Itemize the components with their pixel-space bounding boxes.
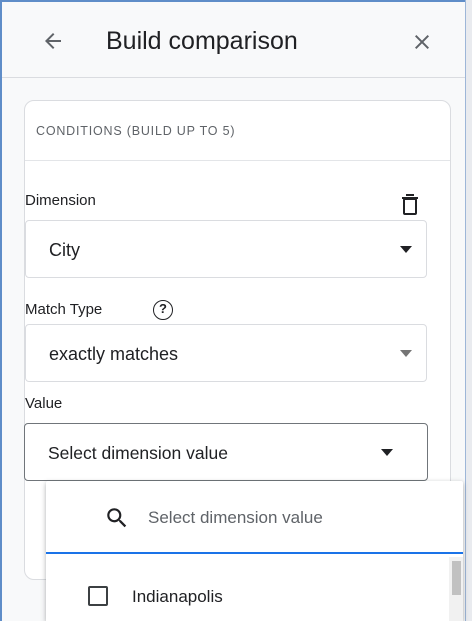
match-type-select[interactable]: exactly matches xyxy=(25,324,427,382)
panel-header: Build comparison xyxy=(2,2,465,78)
panel-top-border xyxy=(0,0,466,2)
dimension-label: Dimension xyxy=(25,192,96,209)
close-button[interactable] xyxy=(404,24,440,60)
value-label: Value xyxy=(25,395,63,412)
match-type-value: exactly matches xyxy=(49,344,179,364)
chevron-down-icon xyxy=(381,449,393,456)
dimension-value: City xyxy=(49,240,80,260)
checkbox[interactable] xyxy=(88,586,108,606)
value-dropdown: Indianapolis xyxy=(46,481,463,621)
value-select[interactable]: Select dimension value xyxy=(24,423,428,481)
chevron-down-icon xyxy=(400,246,412,253)
delete-condition-button[interactable] xyxy=(397,192,423,218)
dropdown-scrollbar[interactable] xyxy=(449,557,463,621)
chevron-down-icon xyxy=(400,350,412,357)
help-icon[interactable]: ? xyxy=(153,300,173,320)
conditions-heading: CONDITIONS (BUILD UP TO 5) xyxy=(36,124,236,138)
list-item[interactable]: Indianapolis xyxy=(46,576,436,616)
search-icon xyxy=(107,508,127,528)
dropdown-search xyxy=(46,481,463,554)
scrollbar-thumb[interactable] xyxy=(452,561,461,595)
back-button[interactable] xyxy=(36,24,70,58)
dropdown-search-input[interactable] xyxy=(148,503,428,533)
option-label: Indianapolis xyxy=(132,587,223,606)
dimension-select[interactable]: City xyxy=(25,220,427,278)
panel-title: Build comparison xyxy=(106,27,298,55)
conditions-header: CONDITIONS (BUILD UP TO 5) xyxy=(25,101,450,161)
close-icon xyxy=(415,35,429,49)
match-type-label: Match Type xyxy=(25,301,103,318)
arrow-back-icon xyxy=(45,33,61,49)
trash-icon xyxy=(402,194,418,215)
panel-right-border xyxy=(465,0,466,621)
value-placeholder: Select dimension value xyxy=(48,443,228,463)
